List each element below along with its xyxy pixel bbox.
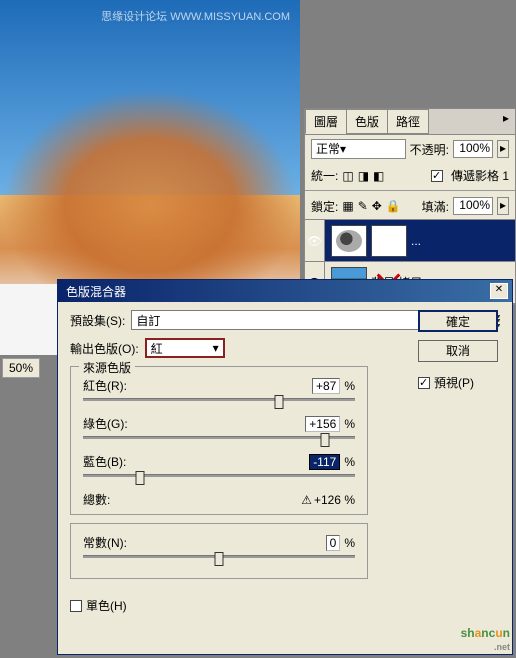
layer-name-dots: ... — [411, 234, 421, 248]
preset-label: 預設集(S): — [70, 312, 125, 329]
blue-slider[interactable] — [83, 474, 355, 477]
panel-tabs: 圖層 色版 路徑 ▸ — [305, 109, 515, 135]
fieldset-title: 來源色版 — [79, 359, 135, 376]
lock-transparency-icon[interactable]: ▦ — [342, 199, 353, 213]
pct-label: % — [344, 455, 355, 469]
output-channel-value: 紅 — [151, 340, 163, 357]
panel-menu-icon[interactable]: ▸ — [497, 109, 515, 134]
fill-arrow-icon[interactable]: ▸ — [497, 197, 509, 215]
mask-thumb[interactable] — [371, 225, 407, 257]
green-label: 綠色(G): — [83, 415, 128, 432]
output-channel-label: 輸出色版(O): — [70, 340, 139, 357]
lock-all-icon[interactable]: 🔒 — [386, 199, 401, 213]
ok-button[interactable]: 確定 — [418, 310, 498, 332]
green-slider[interactable] — [83, 436, 355, 439]
unify-icon-3[interactable]: ◧ — [373, 169, 384, 183]
channel-mixer-dialog: 色版混合器 ✕ 預設集(S): 自訂▾ 輸出色版(O): 紅▾ 來源色版 紅色(… — [57, 279, 513, 655]
green-value-input[interactable]: +156 — [305, 416, 340, 432]
close-button[interactable]: ✕ — [490, 283, 508, 299]
opacity-label: 不透明: — [410, 141, 449, 158]
constant-slider[interactable] — [83, 555, 355, 558]
fill-input[interactable]: 100% — [453, 197, 493, 215]
tab-layers[interactable]: 圖層 — [305, 109, 347, 134]
constant-fieldset: 常數(N): 0% — [70, 523, 368, 579]
preview-label: 預視(P) — [434, 374, 474, 391]
red-label: 紅色(R): — [83, 377, 127, 394]
unify-icon-2[interactable]: ◨ — [358, 169, 369, 183]
blue-label: 藍色(B): — [83, 453, 126, 470]
cancel-button[interactable]: 取消 — [418, 340, 498, 362]
pct-label: % — [344, 493, 355, 507]
pct-label: % — [344, 417, 355, 431]
total-value: +126 — [314, 493, 341, 507]
adjustment-thumb[interactable] — [331, 225, 367, 257]
pct-label: % — [344, 536, 355, 550]
preview-checkbox[interactable] — [418, 377, 430, 389]
monochrome-checkbox[interactable] — [70, 600, 82, 612]
zoom-percentage[interactable]: 50% — [2, 358, 40, 378]
opacity-input[interactable]: 100% — [453, 140, 493, 158]
watermark-text: 思缘设计论坛 WWW.MISSYUAN.COM — [101, 8, 290, 24]
fill-label: 填滿: — [422, 198, 449, 215]
blend-mode-select[interactable]: 正常▾ — [311, 139, 406, 159]
output-channel-select[interactable]: 紅▾ — [145, 338, 225, 358]
tab-paths[interactable]: 路徑 — [387, 109, 429, 134]
dialog-title: 色版混合器 — [62, 283, 490, 300]
tab-channels[interactable]: 色版 — [346, 109, 388, 134]
warning-icon: ⚠ — [301, 493, 312, 507]
constant-label: 常數(N): — [83, 534, 127, 551]
lock-pixels-icon[interactable]: ✎ — [358, 199, 368, 213]
lock-position-icon[interactable]: ✥ — [372, 199, 382, 213]
source-channels-fieldset: 來源色版 紅色(R): +87% 綠色(G): +156% 藍色(B): — [70, 366, 368, 515]
layers-panel: 圖層 色版 路徑 ▸ 正常▾ 不透明: 100% ▸ 統一: ◫ ◨ ◧ 傳遞影… — [304, 108, 516, 305]
unify-icon-1[interactable]: ◫ — [342, 169, 353, 183]
constant-value-input[interactable]: 0 — [326, 535, 341, 551]
propagate-label: 傳遞影格 1 — [451, 167, 509, 184]
photo-palms — [0, 89, 300, 284]
propagate-checkbox[interactable] — [431, 170, 443, 182]
blue-value-input[interactable]: -117 — [309, 454, 340, 470]
blend-mode-value: 正常 — [316, 142, 340, 156]
red-slider[interactable] — [83, 398, 355, 401]
visibility-icon[interactable]: 👁 — [305, 220, 325, 261]
dialog-titlebar[interactable]: 色版混合器 ✕ — [58, 280, 512, 302]
watermark-logo: shancun .net — [461, 621, 510, 652]
total-label: 總數: — [83, 491, 110, 508]
preset-value: 自訂 — [136, 312, 160, 329]
unify-label: 統一: — [311, 167, 338, 184]
monochrome-label: 單色(H) — [86, 597, 127, 614]
pct-label: % — [344, 379, 355, 393]
layer-item-adjustment[interactable]: 👁 ... — [305, 220, 515, 262]
opacity-arrow-icon[interactable]: ▸ — [497, 140, 509, 158]
lock-label: 鎖定: — [311, 198, 338, 215]
red-value-input[interactable]: +87 — [312, 378, 340, 394]
